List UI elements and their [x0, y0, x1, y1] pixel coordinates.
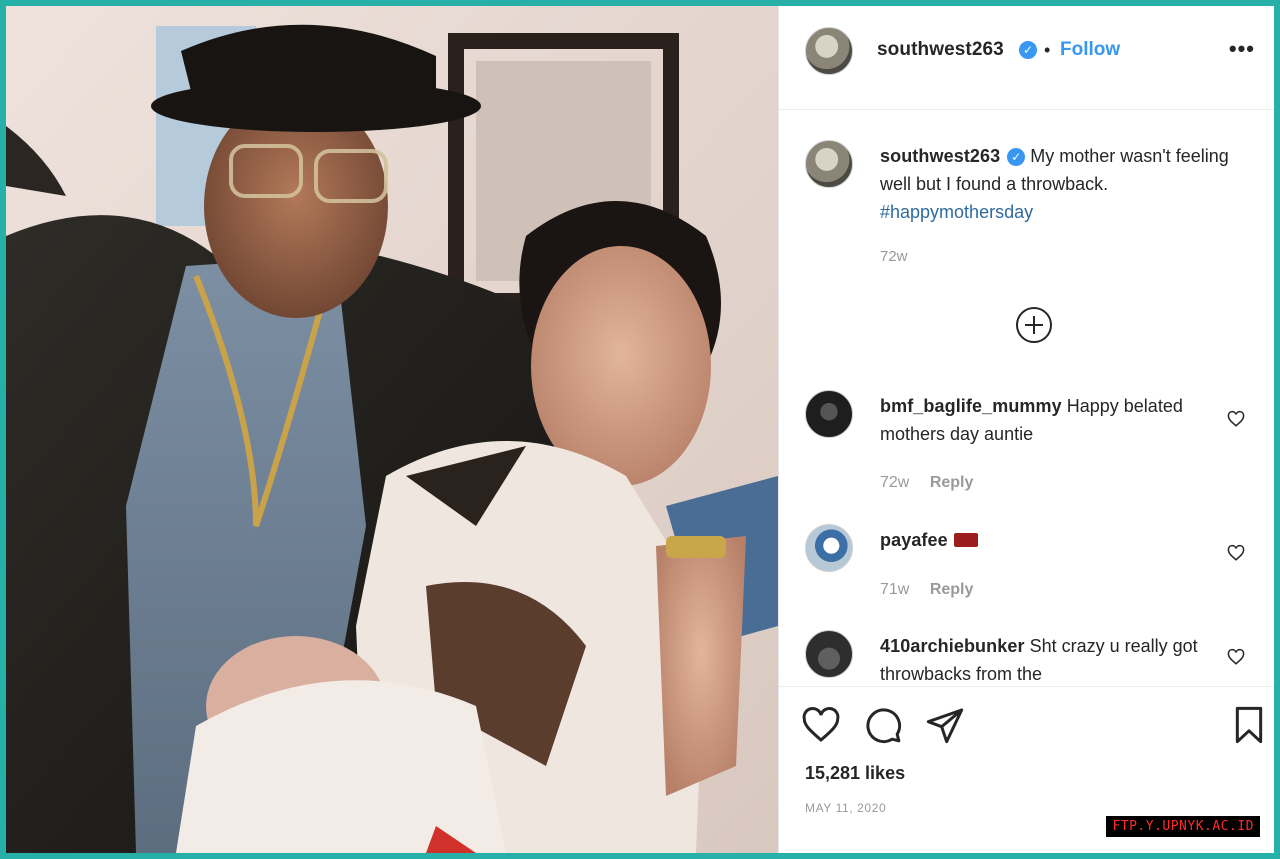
emoji-icon [953, 533, 978, 547]
screenshot-frame: southwest263 ✓ • Follow ••• southwest263… [6, 6, 1274, 853]
verified-badge-icon: ✓ [1007, 148, 1026, 166]
post-side-panel: southwest263 ✓ • Follow ••• southwest263… [778, 6, 1274, 853]
verified-badge-icon: ✓ [1019, 41, 1037, 59]
comment-avatar[interactable] [805, 630, 853, 678]
caption-hashtag[interactable]: #happymothersday [880, 202, 1033, 222]
load-more-comments-icon[interactable] [1016, 307, 1052, 343]
comment-text: bmf_baglife_mummy Happy belated mothers … [880, 392, 1210, 448]
comment-avatar[interactable] [805, 524, 853, 572]
comment-timestamp[interactable]: 71w [880, 581, 909, 598]
comment-like-heart-icon[interactable] [1227, 410, 1245, 428]
author-username[interactable]: southwest263 [877, 39, 1004, 61]
bookmark-icon[interactable] [1229, 705, 1269, 745]
post-photo[interactable] [6, 6, 778, 853]
header-separator: • [1044, 40, 1051, 60]
comment-text: payafee [880, 526, 1210, 554]
heart-icon[interactable] [801, 705, 841, 745]
caption-text: southwest263 ✓ My mother wasn't feeling … [880, 142, 1250, 226]
reply-button[interactable]: Reply [930, 474, 974, 491]
comment-text: 410archiebunker Sht crazy u really got t… [880, 632, 1210, 686]
comment-icon[interactable] [863, 705, 903, 745]
comment-username[interactable]: payafee [880, 530, 948, 550]
watermark-label: FTP.Y.UPNYK.AC.ID [1106, 816, 1260, 837]
comment-like-heart-icon[interactable] [1227, 544, 1245, 562]
comment-username[interactable]: 410archiebunker [880, 636, 1025, 656]
comment-timestamp[interactable]: 72w [880, 474, 909, 491]
comment-avatar[interactable] [805, 390, 853, 438]
comment-like-heart-icon[interactable] [1227, 648, 1245, 666]
caption-avatar[interactable] [805, 140, 853, 188]
share-icon[interactable] [925, 705, 965, 745]
caption-timestamp[interactable]: 72w [880, 248, 908, 265]
reply-button[interactable]: Reply [930, 581, 974, 598]
comment-meta: 71w Reply [880, 581, 973, 599]
caption-username[interactable]: southwest263 [880, 146, 1000, 166]
post-header: southwest263 ✓ • Follow ••• [779, 6, 1274, 110]
post-photo-image [6, 6, 778, 853]
follow-button[interactable]: Follow [1060, 39, 1120, 61]
comment-username[interactable]: bmf_baglife_mummy [880, 396, 1062, 416]
likes-count[interactable]: 15,281 likes [805, 763, 905, 784]
comment-item: 410archiebunker Sht crazy u really got t… [779, 630, 1274, 686]
author-avatar[interactable] [805, 27, 853, 75]
more-options-icon[interactable]: ••• [1229, 36, 1255, 62]
post-date[interactable]: MAY 11, 2020 [805, 801, 886, 815]
comment-meta: 72w Reply [880, 474, 973, 492]
